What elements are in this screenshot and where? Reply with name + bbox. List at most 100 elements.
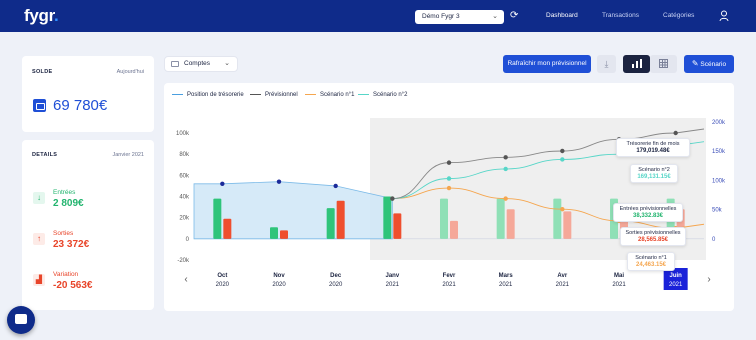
pencil-icon: ✎ <box>691 59 699 68</box>
balance-card: SOLDE Aujourd'hui <box>22 56 154 132</box>
x-axis-month-label: Avr <box>557 273 567 279</box>
x-axis-year-label: 2020 <box>216 282 230 288</box>
y-axis-right-tick: 150k <box>712 149 726 155</box>
legend-swatch <box>250 93 261 96</box>
x-axis-year-label: 2021 <box>499 282 513 288</box>
bar-sorties <box>450 220 458 239</box>
scenario-2-line-point <box>503 166 508 172</box>
legend-swatch <box>172 93 183 96</box>
nav-categories[interactable]: Catégories <box>663 12 694 19</box>
account-selector-label: Démo Fygr 3 <box>422 13 460 20</box>
user-icon[interactable] <box>719 10 729 22</box>
y-axis-right-tick: 50k <box>712 208 723 214</box>
y-axis-left-tick: 80k <box>179 152 190 158</box>
bar-view-button[interactable] <box>623 55 650 73</box>
tooltip-sorties: Sorties prévisionnelles 28,565.85€ <box>620 227 686 246</box>
top-navigation-bar: fygr. Démo Fygr 3 ⌄ ⟳ Dashboard Transact… <box>0 0 756 32</box>
scenario-2-line-point <box>446 176 452 181</box>
legend-previsionnel[interactable]: Prévisionnel <box>250 92 298 98</box>
x-axis-year-label: 2020 <box>272 282 286 288</box>
legend-scenario-2[interactable]: Scénario n°2 <box>358 92 407 98</box>
tooltip-tresorerie: Trésorerie fin de mois 179,019.48€ <box>616 138 690 157</box>
bar-entrees <box>326 208 335 239</box>
bar-sorties <box>223 218 232 239</box>
previsionnel-line-point <box>503 155 508 160</box>
x-axis-year-label: 2020 <box>329 282 343 288</box>
table-icon <box>659 59 668 68</box>
x-axis-month-label: Mars <box>499 273 514 279</box>
tooltip-entrees: Entrées prévisionnelles 38,332.83€ <box>613 203 683 222</box>
y-axis-left-tick: 0 <box>186 237 190 243</box>
y-axis-left-tick: 20k <box>179 216 190 222</box>
x-axis-month-label: Janv <box>385 273 399 279</box>
y-axis-left-tick: 40k <box>179 195 190 201</box>
x-axis-year-label: 2021 <box>386 282 400 288</box>
x-axis-year-label: 2021 <box>612 282 626 288</box>
bar-sorties <box>336 200 345 239</box>
legend-scenario-1[interactable]: Scénario n°1 <box>305 92 354 98</box>
bar-chart-icon <box>631 59 642 68</box>
refresh-icon[interactable]: ⟳ <box>510 10 518 21</box>
balance-date: Aujourd'hui <box>116 69 144 75</box>
stat-variation-value: -20 563€ <box>53 280 93 291</box>
stat-variation-label: Variation <box>53 271 79 278</box>
bar-entrees <box>270 227 278 239</box>
balance-title: SOLDE <box>32 69 53 75</box>
previsionnel-line-point <box>560 148 565 154</box>
nav-dashboard[interactable]: Dashboard <box>546 12 578 19</box>
chevron-down-icon: ⌄ <box>224 60 230 67</box>
bar-sorties <box>563 211 572 239</box>
scenario-1-line-point <box>446 185 452 191</box>
chevron-right-icon[interactable]: › <box>707 274 710 285</box>
refresh-forecast-button[interactable]: Rafraîchir mon prévisionnel <box>503 55 591 73</box>
bar-chart-icon: ▟ <box>33 274 45 286</box>
y-axis-right-tick: 200k <box>712 120 726 126</box>
bar-sorties <box>280 230 288 239</box>
stat-entrees-value: 2 809€ <box>53 198 84 209</box>
account-selector[interactable]: Démo Fygr 3 ⌄ <box>415 10 504 24</box>
nav-transactions[interactable]: Transactions <box>602 12 639 19</box>
fygr-logo[interactable]: fygr. <box>24 6 59 26</box>
details-month: Janvier 2021 <box>112 152 145 158</box>
bar-entrees <box>496 198 505 239</box>
x-axis-month-label: Fevr <box>443 273 456 279</box>
x-axis-month-label: Mai <box>614 273 624 279</box>
y-axis-right-tick: 100k <box>712 178 726 184</box>
x-axis-year-label: 2021 <box>442 282 456 288</box>
x-axis-month-label: Dec <box>330 273 342 279</box>
accounts-select[interactable]: Comptes ⌄ <box>164 56 238 72</box>
legend-position-tresorerie[interactable]: Position de trésorerie <box>172 92 244 98</box>
bar-entrees <box>440 198 448 239</box>
x-axis-month-label: Juin <box>669 273 682 279</box>
stat-entrees-label: Entrées <box>53 189 76 196</box>
chevron-left-icon[interactable]: ‹ <box>184 274 187 285</box>
wallet-icon <box>33 99 46 112</box>
tooltip-scenario-1: Scénario n°1 24,463.15€ <box>627 252 675 271</box>
previsionnel-line-point <box>446 160 452 165</box>
details-title: DETAILS <box>32 152 58 158</box>
bar-sorties <box>506 209 515 239</box>
download-icon[interactable]: ⤓ <box>597 55 616 73</box>
chevron-down-icon: ⌄ <box>492 13 498 20</box>
y-axis-right-tick: 0 <box>712 237 716 243</box>
arrow-up-icon: ↑ <box>33 233 45 245</box>
x-axis-month-label: Oct <box>217 273 227 279</box>
chat-icon[interactable] <box>7 306 35 334</box>
legend-swatch <box>358 93 369 96</box>
scenario-button[interactable]: ✎ Scénario <box>684 55 734 73</box>
bar-entrees <box>213 198 222 239</box>
treasury-point <box>276 179 282 184</box>
bar-entrees <box>553 198 562 239</box>
x-axis-month-label: Nov <box>273 273 285 279</box>
scenario-1-line-point <box>503 196 508 201</box>
scenario-button-label: Scénario <box>700 61 727 68</box>
bar-entrees <box>383 196 392 239</box>
accounts-select-label: Comptes <box>184 60 211 67</box>
x-axis-year-label: 2021 <box>669 282 683 288</box>
previsionnel-line-point <box>673 130 678 136</box>
legend-swatch <box>305 93 316 96</box>
table-view-button[interactable] <box>650 55 677 73</box>
arrow-down-icon: ↓ <box>33 192 45 204</box>
treasury-point <box>220 181 225 186</box>
scenario-2-line-point <box>560 157 565 162</box>
